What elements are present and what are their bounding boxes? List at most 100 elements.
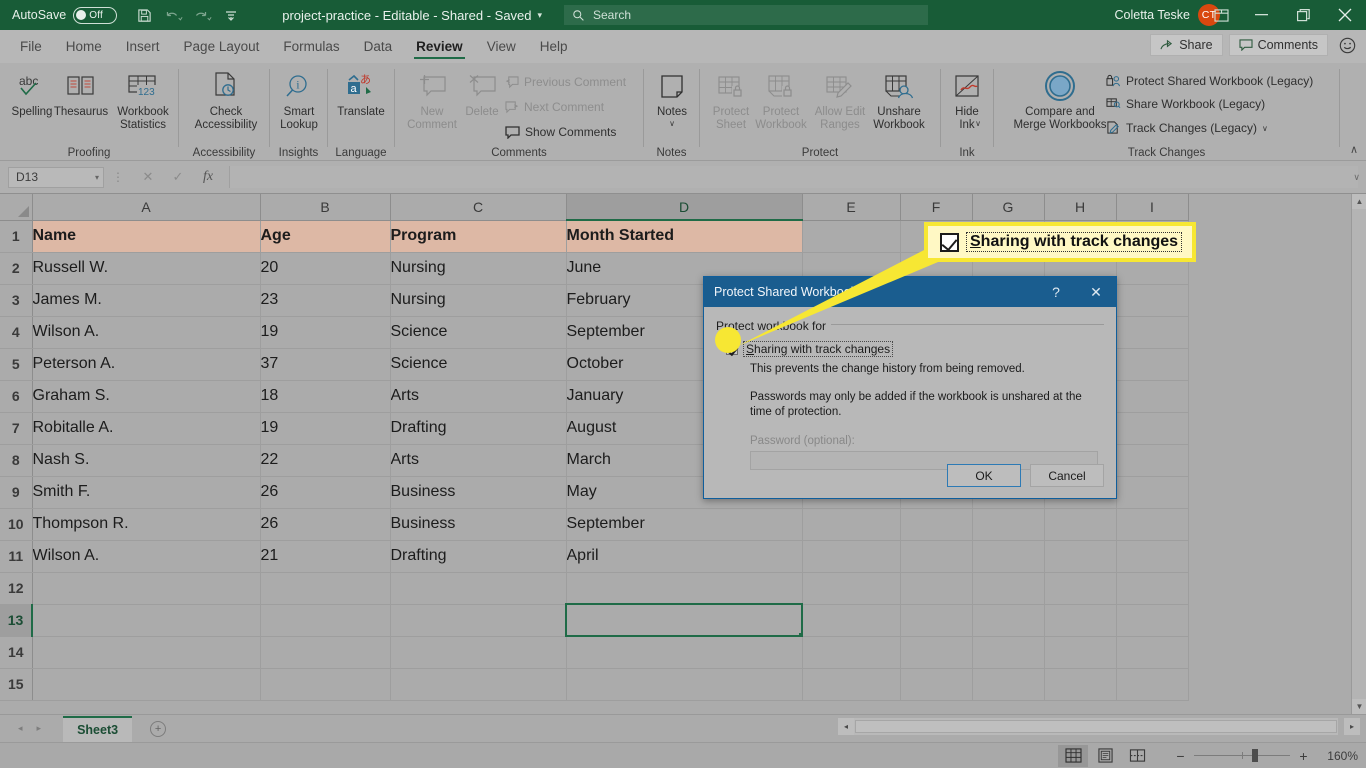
hide-ink-button[interactable]: Hide Ink ∨ (938, 67, 996, 131)
row-header-4[interactable]: 4 (0, 316, 33, 349)
cell-I6[interactable] (1116, 380, 1189, 413)
cell-C3[interactable]: Nursing (390, 284, 567, 317)
cell-C7[interactable]: Drafting (390, 412, 567, 445)
column-header-h[interactable]: H (1044, 194, 1117, 221)
cell-A11[interactable]: Wilson A. (32, 540, 261, 573)
horizontal-scrollbar[interactable]: ◂ (838, 718, 1338, 735)
cell-B11[interactable]: 21 (260, 540, 391, 573)
cell-D15[interactable] (566, 668, 803, 701)
row-header-5[interactable]: 5 (0, 348, 33, 381)
sharing-with-track-changes-checkbox[interactable] (726, 343, 738, 355)
cell-C13[interactable] (390, 604, 567, 637)
cell-I13[interactable] (1116, 604, 1189, 637)
row-header-2[interactable]: 2 (0, 252, 33, 285)
undo-icon[interactable] (160, 3, 186, 27)
cell-D13[interactable] (565, 603, 803, 637)
cell-E10[interactable] (802, 508, 901, 541)
customize-quick-access-icon[interactable] (218, 3, 244, 27)
cell-C2[interactable]: Nursing (390, 252, 567, 285)
tab-formulas[interactable]: Formulas (271, 30, 351, 63)
ok-button[interactable]: OK (947, 464, 1021, 487)
zoom-thumb[interactable] (1251, 748, 1258, 762)
add-sheet-icon[interactable]: + (150, 720, 167, 737)
minimize-icon[interactable] (1240, 0, 1282, 30)
cell-E15[interactable] (802, 668, 901, 701)
tab-file[interactable]: File (8, 30, 54, 63)
page-break-view-icon[interactable] (1122, 745, 1152, 767)
cell-B8[interactable]: 22 (260, 444, 391, 477)
cell-A1[interactable]: Name (32, 220, 261, 253)
column-header-a[interactable]: A (32, 194, 261, 221)
notes-button[interactable]: Notes ∨ (643, 67, 701, 128)
column-header-b[interactable]: B (260, 194, 391, 221)
cell-A3[interactable]: James M. (32, 284, 261, 317)
cell-F10[interactable] (900, 508, 973, 541)
track-changes-legacy-button[interactable]: Track Changes (Legacy) ∨ (1106, 121, 1268, 135)
expand-formula-bar-icon[interactable]: ∨ (1353, 172, 1360, 183)
allow-edit-ranges-button[interactable]: Allow Edit Ranges (811, 67, 869, 132)
cell-H14[interactable] (1044, 636, 1117, 669)
cell-D11[interactable]: April (566, 540, 803, 573)
cell-B7[interactable]: 19 (260, 412, 391, 445)
row-header-10[interactable]: 10 (0, 508, 33, 541)
row-header-3[interactable]: 3 (0, 284, 33, 317)
insert-function-icon[interactable]: fx (193, 166, 223, 188)
cell-H10[interactable] (1044, 508, 1117, 541)
tab-page-layout[interactable]: Page Layout (172, 30, 272, 63)
chevron-down-icon[interactable]: ▾ (95, 173, 99, 182)
row-header-13[interactable]: 13 (0, 604, 33, 637)
cell-C11[interactable]: Drafting (390, 540, 567, 573)
sheet-next-icon[interactable]: ▸ (37, 723, 42, 734)
collapse-ribbon-icon[interactable]: ∧ (1350, 143, 1358, 156)
thesaurus-button[interactable]: Thesaurus (52, 67, 110, 119)
show-comments-button[interactable]: Show Comments (505, 125, 616, 139)
sheet-prev-icon[interactable]: ◂ (18, 723, 23, 734)
cell-C15[interactable] (390, 668, 567, 701)
cell-I9[interactable] (1116, 476, 1189, 509)
row-header-6[interactable]: 6 (0, 380, 33, 413)
cell-D14[interactable] (566, 636, 803, 669)
sharing-with-track-changes-label[interactable]: Sharing with track changes (743, 341, 894, 357)
zoom-level-label[interactable]: 160% (1327, 749, 1358, 763)
cell-A15[interactable] (32, 668, 261, 701)
autosave-toggle[interactable]: Off (73, 6, 118, 24)
cell-C8[interactable]: Arts (390, 444, 567, 477)
cell-A9[interactable]: Smith F. (32, 476, 261, 509)
cell-F11[interactable] (900, 540, 973, 573)
cell-I10[interactable] (1116, 508, 1189, 541)
cell-F15[interactable] (900, 668, 973, 701)
cell-A8[interactable]: Nash S. (32, 444, 261, 477)
chevron-down-icon[interactable]: ∨ (1262, 124, 1268, 133)
delete-comment-button[interactable]: Delete (453, 67, 511, 119)
chevron-down-icon[interactable]: ▾ (538, 10, 543, 21)
cell-I8[interactable] (1116, 444, 1189, 477)
cell-I12[interactable] (1116, 572, 1189, 605)
cell-E13[interactable] (802, 604, 901, 637)
row-header-11[interactable]: 11 (0, 540, 33, 573)
row-header-8[interactable]: 8 (0, 444, 33, 477)
sharing-with-track-changes-checkbox-row[interactable]: Sharing with track changes (726, 341, 1104, 357)
scroll-left-icon[interactable]: ◂ (838, 718, 854, 735)
row-header-7[interactable]: 7 (0, 412, 33, 445)
page-layout-view-icon[interactable] (1090, 745, 1120, 767)
cell-B6[interactable]: 18 (260, 380, 391, 413)
normal-view-icon[interactable] (1058, 744, 1088, 767)
cell-B9[interactable]: 26 (260, 476, 391, 509)
cell-B1[interactable]: Age (260, 220, 391, 253)
cell-H11[interactable] (1044, 540, 1117, 573)
cell-I5[interactable] (1116, 348, 1189, 381)
zoom-track[interactable] (1194, 748, 1290, 762)
cell-C6[interactable]: Arts (390, 380, 567, 413)
cancel-x-icon[interactable]: ✕ (133, 166, 163, 188)
cell-A7[interactable]: Robitalle A. (32, 412, 261, 445)
tab-data[interactable]: Data (352, 30, 405, 63)
cell-A6[interactable]: Graham S. (32, 380, 261, 413)
tab-insert[interactable]: Insert (114, 30, 172, 63)
cell-B3[interactable]: 23 (260, 284, 391, 317)
enter-check-icon[interactable]: ✓ (163, 166, 193, 188)
cell-I7[interactable] (1116, 412, 1189, 445)
translate-button[interactable]: aあ Translate (332, 67, 390, 119)
cell-B2[interactable]: 20 (260, 252, 391, 285)
scroll-down-icon[interactable]: ▼ (1352, 699, 1366, 714)
row-header-12[interactable]: 12 (0, 572, 33, 605)
